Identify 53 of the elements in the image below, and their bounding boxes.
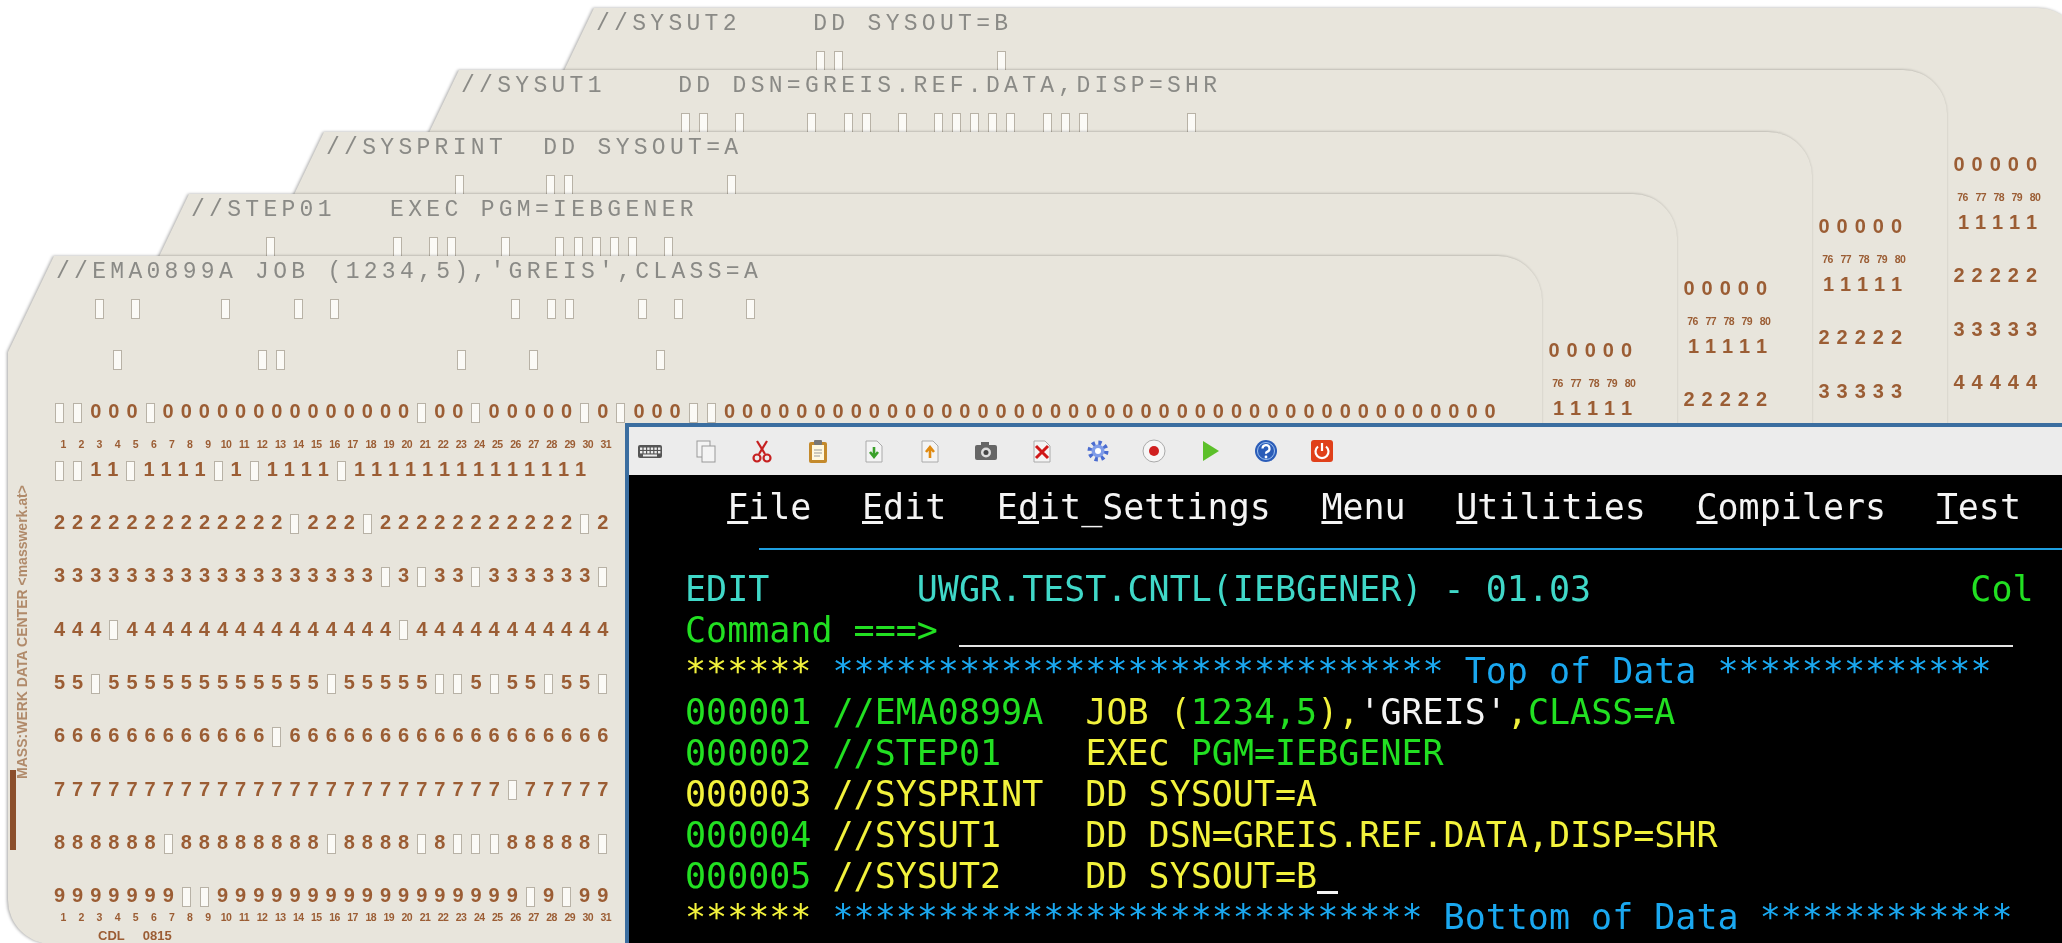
help-icon[interactable] [1253,438,1279,464]
menu-item[interactable]: Test [1936,487,2021,528]
card-digit-row: 2222222222222 222 22222222222 2 [54,511,616,534]
column-label: Col [1970,569,2034,610]
card-digit-row: 888888 88888888 8888 8 88888 [54,830,616,854]
code-line: //SYSUT1 DD DSN=GREIS.REF.DATA,DISP=SHR [832,815,1718,856]
menu-item[interactable]: Menu [1321,487,1406,528]
line-number: 000003 [685,774,812,815]
card-printed-line: //SYSUT2 DD SYSOUT=B [596,10,1013,39]
column-number-row-text: 76 77 78 79 80 [1551,377,1637,389]
line-number: 000004 [685,815,812,856]
card-digit-row: 666666666666 666666666666666666 [54,724,616,747]
card-footer-text: 0815 [142,927,172,943]
dataset-name: UWGR.TEST.CNTL(IEBGENER) - 01.03 [916,569,1593,610]
menu-item[interactable]: Compilers [1696,487,1887,528]
card-side-text: MASS:WERK DATA CENTER <masswerk.at> [14,485,30,779]
card-digit-row: 11 1111 1 1111 11111111111111 [54,457,594,481]
command-label: Command ===> [685,610,938,651]
card-footer-text: CDL [98,927,125,943]
column-number-row-text: 76 77 78 79 80 [1956,191,2042,203]
card-printed-line: //EMA0899A JOB (1234,5),'GREIS',CLASS=A [56,258,762,287]
power-icon[interactable] [1309,438,1335,464]
card-printed-line: //SYSPRINT DD SYSOUT=A [326,134,743,163]
menu-item[interactable]: File [727,487,812,528]
menu-item[interactable]: Utilities [1456,487,1646,528]
column-number-row-text: 76 77 78 79 80 [1686,315,1772,327]
code-line: //SYSUT2 DD SYSOUT=B [832,856,1318,897]
bottom-of-data-line: **************************** Bottom of Data ************ [832,897,2013,938]
line-number: 000002 [685,733,812,774]
code-line: //SYSPRINT DD SYSOUT=A [832,774,1318,815]
code-line: //EMA0899A JOB (1234,5),'GREIS',CLASS=A [832,692,1676,733]
column-number-row-text: 76 77 78 79 80 [1821,253,1907,265]
card-digit-row: 333333333333333333 3 33 333333 [54,564,616,588]
gear-icon[interactable] [1085,438,1111,464]
marker-prefix: ****** [685,651,812,692]
marker-prefix: ****** [685,897,812,938]
top-of-data-line: ***************************** Top of Data ************* [832,651,1992,692]
menu-item[interactable]: Edit [862,487,947,528]
column-number-row-text: 1 2 3 4 5 6 7 8 9 10 11 12 13 14 15 16 17 18 19 20 21 22 23 24 25 26 27 28 29 30 31 [59,911,613,924]
mode-label: EDIT [685,569,771,610]
card-digit-row: 7777777777777777777777777 77777 [54,777,616,801]
card-printed-line: //SYSUT1 DD DSN=GREIS.REF.DATA,DISP=SHR [461,72,1222,101]
record-icon[interactable] [1141,438,1167,464]
card-digit-row: 444 444444444444444 44444444444 [54,617,616,641]
line-number: 000001 [685,692,812,733]
card-printed-line: //STEP01 EXEC PGM=IEBGENER [191,196,698,225]
code-line: //STEP01 EXEC PGM=IEBGENER [832,733,1444,774]
line-number: 000005 [685,856,812,897]
column-number-row-text: 1 2 3 4 5 6 7 8 9 10 11 12 13 14 15 16 17 18 19 20 21 22 23 24 25 26 27 28 29 30 31 [59,438,613,451]
card-digit-row: 000 00000000000000 00 00000 0 000 0000000000000000000000000000000000000000000 [54,399,1503,423]
card-digit-row: 9999999 99999999999999999 9 99 [54,884,616,907]
card-digit-row: 55 555555555555 55555 5 55 55 [54,670,616,694]
menu-item[interactable]: Edit_Settings [996,487,1271,528]
